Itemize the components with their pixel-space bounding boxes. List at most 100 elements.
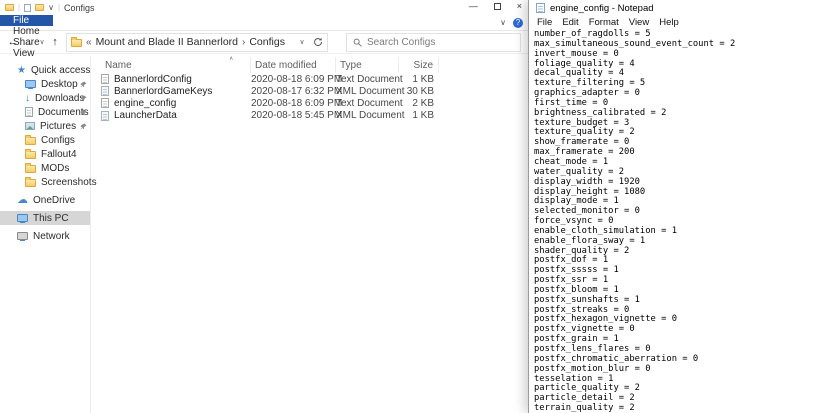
explorer-app-icon [5, 4, 14, 11]
notepad-text-area[interactable]: number_of_ragdolls = 5max_simultaneous_s… [529, 29, 825, 413]
sidebar-item[interactable]: This PC [0, 211, 90, 225]
sidebar-item-label: Fallout4 [41, 149, 77, 160]
pin-icon [80, 80, 87, 91]
sidebar-item-icon [17, 195, 28, 206]
ribbon-tab-label: File [13, 15, 29, 26]
minimize-button[interactable]: — [469, 1, 478, 11]
notepad-window-title: engine_config - Notepad [550, 3, 654, 14]
help-icon[interactable]: ? [513, 18, 523, 28]
file-type: Text Document [336, 98, 399, 109]
file-date-modified: 2020-08-18 6:09 PM [251, 74, 336, 85]
file-list-pane: ∧ Name Date modified Type Size Bannerlor… [91, 56, 528, 413]
file-explorer-window: | ∨ | Configs — × File Home Share View ∨ [0, 0, 528, 413]
sidebar-item-label: OneDrive [33, 195, 75, 206]
sidebar-item-label: Network [33, 231, 70, 242]
file-size: 2 KB [399, 98, 439, 109]
file-icon [101, 86, 109, 96]
sidebar-item-icon [17, 214, 28, 222]
column-header-date-modified[interactable]: Date modified [251, 57, 336, 73]
column-headers: ∧ Name Date modified Type Size [91, 57, 528, 73]
file-name: engine_config [114, 98, 176, 109]
file-date-modified: 2020-08-18 6:09 PM [251, 98, 336, 109]
pin-icon [80, 94, 87, 105]
sidebar-item[interactable]: Configs [0, 133, 90, 147]
file-size: 1 KB [399, 110, 439, 121]
menu-item[interactable]: Help [654, 17, 684, 28]
notepad-titlebar: engine_config - Notepad [529, 0, 825, 16]
sidebar-item[interactable]: Screenshots [0, 175, 90, 189]
column-header-size[interactable]: Size [399, 57, 439, 73]
ribbon-tabs: File Home Share View ∨ ? [0, 15, 528, 31]
file-name: BannerlordGameKeys [114, 86, 212, 97]
sidebar-item-icon [25, 93, 30, 104]
address-dropdown-icon[interactable]: ∨ [297, 38, 307, 46]
ribbon-tab[interactable]: File [0, 15, 53, 26]
quick-access-toolbar: | ∨ | [5, 3, 60, 12]
menu-item[interactable]: File [532, 17, 557, 28]
sidebar-item-icon [17, 65, 26, 76]
file-row[interactable]: engine_config 2020-08-18 6:09 PM Text Do… [91, 97, 528, 109]
ribbon-right-controls: ∨ ? [500, 15, 523, 30]
search-icon [353, 38, 362, 47]
breadcrumb-separator-icon[interactable]: › [242, 37, 245, 48]
folder-icon [71, 39, 82, 47]
new-folder-icon[interactable] [35, 4, 44, 11]
notepad-menubar: FileEditFormatViewHelp [529, 16, 825, 29]
sidebar-item-icon [25, 151, 36, 159]
file-icon [101, 98, 109, 108]
sidebar-item-label: MODs [41, 163, 69, 174]
explorer-content: Quick access Desktop Downloads Documents [0, 56, 528, 413]
sidebar-item-label: Screenshots [41, 177, 97, 188]
sidebar-item-icon [25, 122, 35, 130]
sidebar-item[interactable]: Quick access [0, 63, 90, 77]
customize-qat-icon[interactable]: ∨ [48, 3, 54, 12]
navigation-pane: Quick access Desktop Downloads Documents [0, 56, 91, 413]
close-button[interactable]: × [517, 1, 522, 11]
file-type: XML Document [336, 86, 399, 97]
breadcrumb-root[interactable]: Mount and Blade II Bannerlord [96, 36, 238, 48]
file-size: 30 KB [399, 86, 439, 97]
sidebar-item-icon [25, 80, 36, 88]
file-date-modified: 2020-08-18 5:45 PM [251, 110, 336, 121]
ribbon-tab[interactable]: Share [0, 37, 53, 48]
file-size: 1 KB [399, 74, 439, 85]
address-bar[interactable]: « Mount and Blade II Bannerlord › Config… [66, 33, 328, 52]
sidebar-item[interactable]: OneDrive [0, 193, 90, 207]
sidebar-item[interactable]: Desktop [0, 77, 90, 91]
file-row[interactable]: BannerlordGameKeys 2020-08-17 6:32 PM XM… [91, 85, 528, 97]
properties-icon[interactable] [24, 4, 31, 12]
file-type: Text Document [336, 74, 399, 85]
notepad-window: engine_config - Notepad FileEditFormatVi… [528, 0, 825, 413]
explorer-window-controls: — × [469, 1, 522, 11]
expand-ribbon-icon[interactable]: ∨ [500, 18, 506, 27]
maximize-button[interactable] [494, 3, 501, 10]
sort-ascending-icon: ∧ [229, 55, 233, 62]
file-row[interactable]: BannerlordConfig 2020-08-18 6:09 PM Text… [91, 73, 528, 85]
sidebar-item[interactable]: Downloads [0, 91, 90, 105]
search-input[interactable]: Search Configs [346, 33, 521, 52]
separator: | [18, 3, 20, 12]
refresh-icon[interactable] [313, 37, 323, 47]
file-row[interactable]: LauncherData 2020-08-18 5:45 PM XML Docu… [91, 110, 528, 122]
sidebar-item-icon [25, 107, 33, 117]
config-line: terrain_quality = 2 [534, 404, 825, 413]
explorer-titlebar: | ∨ | Configs — × [0, 0, 528, 15]
sidebar-item[interactable]: Fallout4 [0, 147, 90, 161]
column-header-type[interactable]: Type [336, 57, 399, 73]
sidebar-item-label: This PC [33, 213, 69, 224]
ribbon-tab[interactable]: Home [0, 26, 53, 37]
breadcrumb-current[interactable]: Configs [249, 36, 285, 48]
sidebar-item-label: Pictures [40, 121, 76, 132]
menu-item[interactable]: Format [584, 17, 624, 28]
file-date-modified: 2020-08-17 6:32 PM [251, 86, 336, 97]
sidebar-item-icon [25, 165, 36, 173]
sidebar-item[interactable]: Documents [0, 105, 90, 119]
sidebar-item[interactable]: MODs [0, 161, 90, 175]
menu-item[interactable]: Edit [557, 17, 583, 28]
file-name: LauncherData [114, 110, 177, 121]
menu-item[interactable]: View [624, 17, 654, 28]
breadcrumb-overflow[interactable]: « [86, 37, 92, 48]
sidebar-item-icon [25, 179, 36, 187]
sidebar-item[interactable]: Pictures [0, 119, 90, 133]
sidebar-item[interactable]: Network [0, 229, 90, 243]
